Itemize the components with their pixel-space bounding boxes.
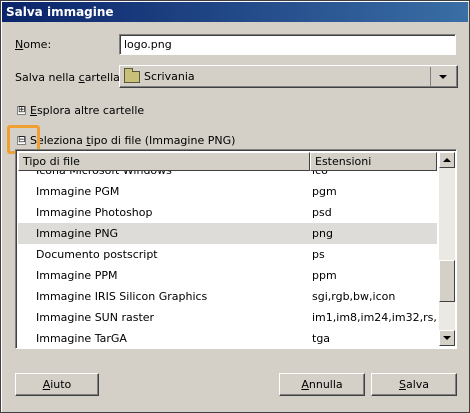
list-header: Tipo di file Estensioni <box>18 152 437 171</box>
filename-input[interactable]: logo.png <box>119 34 456 55</box>
filetype-name: Immagine Photoshop <box>36 206 153 219</box>
filetype-expander[interactable]: ⊟ Seleziona tipo di file (Immagine PNG) <box>17 134 235 147</box>
filetype-extensions: ps <box>312 248 325 261</box>
filetype-extensions: psd <box>312 206 332 219</box>
filetype-extensions: png <box>312 227 333 240</box>
column-header-extensions[interactable]: Estensioni <box>310 152 437 171</box>
filetype-extensions: pgm <box>312 185 337 198</box>
help-button[interactable]: Aiuto <box>15 373 99 396</box>
name-label: Nome: <box>15 38 52 51</box>
folder-value: Scrivania <box>144 70 195 83</box>
list-item[interactable]: Icona Microsoft Windowsico <box>18 171 437 181</box>
column-header-type[interactable]: Tipo di file <box>18 152 310 171</box>
filetype-label: Seleziona tipo di file (Immagine PNG) <box>30 134 236 147</box>
browse-folders-label: Esplora altre cartelle <box>30 104 145 117</box>
filetype-extensions: ico <box>306 171 437 177</box>
filetype-name: Immagine PPM <box>36 269 118 282</box>
scroll-up-button[interactable] <box>439 152 455 168</box>
list-item[interactable]: Immagine PPM ppm <box>18 265 437 286</box>
list-scrollbar[interactable] <box>439 152 455 346</box>
cancel-button[interactable]: Annulla <box>279 373 365 396</box>
save-button[interactable]: Salva <box>371 373 457 396</box>
filetype-name: Immagine PNG <box>36 227 119 240</box>
filetype-extensions: tga <box>312 332 331 345</box>
browse-folders-expander[interactable]: ⊞ Esplora altre cartelle <box>17 104 144 117</box>
list-item[interactable]: Immagine SUN raster im1,im8,im24,im32,rs,… <box>18 307 437 328</box>
filetype-extensions: ppm <box>312 269 337 282</box>
window-title: Salva immagine <box>2 2 468 22</box>
folder-dropdown-button[interactable] <box>430 67 454 86</box>
filetype-extensions: sgi,rgb,bw,icon <box>312 290 396 303</box>
list-item[interactable]: Immagine IRIS Silicon Graphics sgi,rgb,bw… <box>18 286 437 307</box>
list-item[interactable]: Immagine Photoshop psd <box>18 202 437 223</box>
filetype-name: Immagine TarGA <box>36 332 127 345</box>
filetype-list[interactable]: Tipo di file Estensioni Icona Microsoft … <box>15 149 457 349</box>
save-image-dialog: Salva immagine Nome: logo.png Salva nell… <box>0 0 470 413</box>
filetype-name: Documento postscript <box>36 248 158 261</box>
folder-icon <box>124 67 140 83</box>
scroll-down-button[interactable] <box>439 330 455 346</box>
expand-icon: ⊞ <box>17 105 26 115</box>
folder-combo[interactable]: Scrivania <box>119 65 458 88</box>
filetype-name: Icona Microsoft Windows <box>18 171 306 177</box>
folder-label: Salva nella cartella: <box>15 71 124 84</box>
list-item[interactable]: Immagine PNG png <box>18 223 437 244</box>
scroll-thumb[interactable] <box>439 260 455 302</box>
list-item[interactable]: Documento postscript ps <box>18 244 437 265</box>
filetype-name: Immagine IRIS Silicon Graphics <box>36 290 208 303</box>
list-item[interactable]: Immagine TarGA tga <box>18 328 437 346</box>
arrow-down-icon <box>443 336 451 340</box>
chevron-down-icon <box>438 74 447 79</box>
filetype-extensions: im1,im8,im24,im32,rs,ras <box>312 311 437 324</box>
arrow-up-icon <box>443 158 451 162</box>
filetype-name: Immagine SUN raster <box>36 311 155 324</box>
filetype-name: Immagine PGM <box>36 185 120 198</box>
list-item[interactable]: Immagine PGM pgm <box>18 181 437 202</box>
